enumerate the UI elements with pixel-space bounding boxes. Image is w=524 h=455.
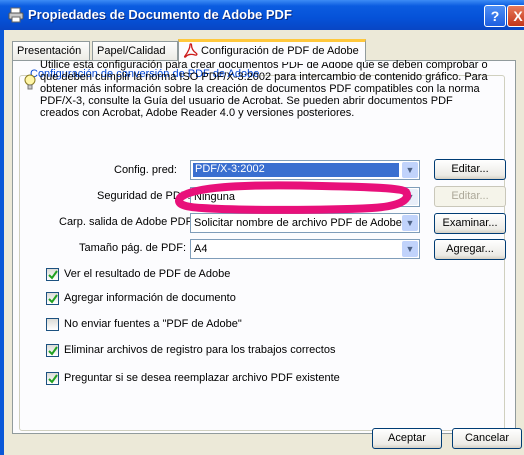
cancel-button[interactable]: Cancelar	[452, 428, 522, 449]
browse-button[interactable]: Examinar...	[434, 213, 506, 234]
chevron-down-icon[interactable]: ▼	[402, 241, 418, 257]
checkbox-box[interactable]	[46, 268, 59, 281]
adobe-pdf-icon	[183, 43, 198, 58]
page-size-label: Tamaño pág. de PDF:	[79, 242, 187, 254]
annotation-scribble	[175, 181, 411, 214]
output-folder-value: Solicitar nombre de archivo PDF de Adobe	[194, 217, 402, 229]
chevron-down-icon[interactable]: ▼	[402, 162, 418, 178]
config-label: Config. pred:	[114, 164, 177, 176]
title-bar[interactable]: Propiedades de Documento de Adobe PDF ? …	[0, 0, 524, 30]
lightbulb-icon	[24, 74, 36, 90]
checkbox-label: Ver el resultado de PDF de Adobe	[64, 268, 231, 280]
add-page-size-button[interactable]: Agregar...	[434, 239, 506, 260]
checkbox-label: No enviar fuentes a "PDF de Adobe"	[64, 318, 242, 330]
checkbox-label: Preguntar si se desea reemplazar archivo…	[64, 372, 340, 384]
checkmark-icon	[48, 374, 58, 384]
config-edit-button[interactable]: Editar...	[434, 159, 506, 180]
checkbox-add-doc-info[interactable]: Agregar información de documento	[46, 292, 346, 306]
dialog-client: Presentación Papel/Calidad Configuración…	[4, 30, 524, 455]
ok-button[interactable]: Aceptar	[372, 428, 442, 449]
dialog-window: Propiedades de Documento de Adobe PDF ? …	[0, 0, 524, 455]
config-select[interactable]: PDF/X-3:2002 ▼	[190, 160, 420, 180]
tab-configuracion-pdf[interactable]: Configuración de PDF de Adobe	[178, 39, 366, 62]
checkmark-icon	[48, 270, 58, 280]
tab-configuracion-label: Configuración de PDF de Adobe	[201, 45, 359, 57]
window-title: Propiedades de Documento de Adobe PDF	[28, 7, 292, 22]
checkmark-icon	[48, 346, 58, 356]
description-text: Utilice esta configuración para crear do…	[40, 59, 488, 119]
tab-papel-calidad[interactable]: Papel/Calidad	[92, 41, 178, 60]
config-selected-value: PDF/X-3:2002	[193, 163, 399, 177]
page-size-select[interactable]: A4 ▼	[190, 239, 420, 259]
page-size-value: A4	[194, 243, 208, 255]
checkbox-no-send-fonts[interactable]: No enviar fuentes a "PDF de Adobe"	[46, 318, 346, 332]
checkbox-label: Agregar información de documento	[64, 292, 236, 304]
help-button[interactable]: ?	[484, 5, 506, 27]
security-edit-button[interactable]: Editar...	[434, 186, 506, 207]
chevron-down-icon[interactable]: ▼	[402, 215, 418, 231]
checkbox-box[interactable]	[46, 344, 59, 357]
checkbox-box[interactable]	[46, 292, 59, 305]
checkmark-icon	[48, 294, 58, 304]
checkbox-ask-replace[interactable]: Preguntar si se desea reemplazar archivo…	[46, 372, 406, 386]
checkbox-delete-logs[interactable]: Eliminar archivos de registro para los t…	[46, 344, 406, 358]
checkbox-box[interactable]	[46, 318, 59, 331]
printer-icon	[8, 7, 24, 23]
tab-presentacion[interactable]: Presentación	[12, 41, 90, 60]
output-folder-label: Carp. salida de Adobe PDF	[59, 216, 193, 228]
checkbox-label: Eliminar archivos de registro para los t…	[64, 344, 336, 356]
output-folder-select[interactable]: Solicitar nombre de archivo PDF de Adobe…	[190, 213, 420, 233]
close-button[interactable]: X	[507, 5, 524, 27]
checkbox-view-result[interactable]: Ver el resultado de PDF de Adobe	[46, 268, 346, 282]
checkbox-box[interactable]	[46, 372, 59, 385]
